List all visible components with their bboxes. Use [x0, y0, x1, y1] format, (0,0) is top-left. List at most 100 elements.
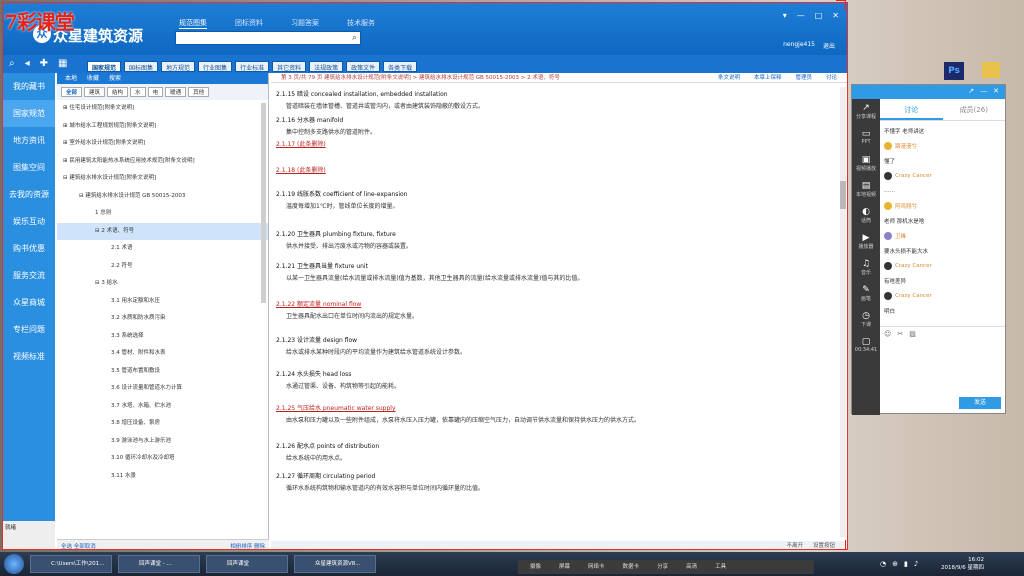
share-icon[interactable]: ↗ [968, 87, 974, 97]
chat-side-item[interactable]: ▣ 视频播放 [852, 151, 880, 177]
action-prev-chapter[interactable]: 本章上保释 [754, 73, 782, 82]
sort-delete-links[interactable]: 相册排序 删除 [230, 542, 265, 549]
tray-icon-2[interactable]: ⊕ [892, 560, 898, 568]
nav-item-2[interactable]: 地方资讯 [3, 127, 55, 154]
nav-item-10[interactable]: 视频标准 [3, 343, 55, 370]
footer-settings[interactable]: 设置按钮 [813, 541, 835, 549]
tree-scrollbar[interactable] [261, 103, 266, 303]
tree-tab-6[interactable]: 其他 [188, 87, 210, 97]
tree-node[interactable]: ⊞ 室外给水设计规范[附条文说明] [57, 135, 268, 153]
chat-side-item[interactable]: ↗ 分享课程 [852, 99, 880, 125]
chat-side-item[interactable]: ▤ 本地视频 [852, 177, 880, 203]
top-tab-3[interactable]: 技术服务 [347, 18, 375, 29]
chat-side-item[interactable]: ▶ 播放器 [852, 229, 880, 255]
add-icon[interactable]: ✚ [40, 58, 48, 69]
scrollbar-thumb[interactable] [840, 181, 846, 209]
search-icon[interactable]: ⌕ [9, 58, 15, 69]
chat-side-item[interactable]: ◐ 话筒 [852, 203, 880, 229]
search-icon[interactable]: ⌕ [352, 33, 357, 43]
tab-other[interactable]: 其它资料 [272, 61, 307, 72]
tree-search-button[interactable]: 搜索 [109, 73, 121, 84]
tree-node[interactable]: ⊟ 建筑给水排水设计规范 GB 50015-2003 [57, 188, 268, 206]
tree-node[interactable]: 3.9 游泳池与水上游乐池 [57, 433, 268, 451]
tab-discussion[interactable]: 讨论 [880, 99, 943, 120]
tree-node[interactable]: 3.2 水质和防水质污染 [57, 310, 268, 328]
tree-node[interactable]: 3.11 水景 [57, 468, 268, 486]
tree-node[interactable]: 3.5 管道布置和敷设 [57, 363, 268, 381]
taskbar-item-app[interactable]: 众星建筑资源V8... [294, 555, 376, 573]
top-tab-1[interactable]: 团标资料 [235, 18, 263, 29]
action-admin[interactable]: 管理员 [795, 73, 812, 82]
tree-node[interactable]: 3.7 水塔、水箱、贮水池 [57, 398, 268, 416]
nav-item-4[interactable]: 去我的资源 [3, 181, 55, 208]
tab-local-spec[interactable]: 地方规范 [161, 61, 196, 72]
chat-side-item[interactable]: ▭ PPT [852, 125, 880, 151]
tree-tab-0[interactable]: 全部 [61, 87, 83, 97]
tab-regulations[interactable]: 法规政策 [309, 61, 344, 72]
tab-industry-standard[interactable]: 行业标准 [235, 61, 270, 72]
minimize-icon[interactable]: — [980, 87, 987, 97]
media-item-4[interactable]: 分享 [657, 560, 668, 574]
tree-node[interactable]: ⊟ 2 术语、符号 [57, 222, 268, 240]
tab-national-atlas[interactable]: 国标图集 [124, 61, 159, 72]
folder-desktop-icon[interactable] [982, 62, 1000, 78]
volume-icon[interactable]: ♪ [914, 560, 918, 568]
logout-link[interactable]: 退出 [823, 41, 835, 50]
top-tab-2[interactable]: 习题答案 [291, 18, 319, 29]
nav-item-3[interactable]: 图集空间 [3, 154, 55, 181]
close-icon[interactable]: ✕ [993, 87, 999, 97]
tree-node[interactable]: ⊟ 建筑给水排水设计规范[附条文说明] [57, 170, 268, 188]
tree-local-button[interactable]: 本地 [65, 73, 77, 84]
media-item-3[interactable]: 数据卡 [623, 560, 640, 574]
grid-icon[interactable]: ▦ [58, 58, 67, 69]
nav-item-6[interactable]: 购书优惠 [3, 235, 55, 262]
tree-node[interactable]: ⊞ 城市给水工程规划规范[附条文说明] [57, 118, 268, 136]
tree-favorite-button[interactable]: 收藏 [87, 73, 99, 84]
top-tab-0[interactable]: 规范图集 [179, 18, 207, 29]
tree-node[interactable]: 3.1 用水定额和水压 [57, 293, 268, 311]
tree-node[interactable]: ⊟ 3 给水 [57, 275, 268, 293]
tree-node[interactable]: 2.2 符号 [57, 258, 268, 276]
tree-tab-1[interactable]: 建筑 [84, 87, 106, 97]
tree-node[interactable]: 3.4 管材、附件和水表 [57, 345, 268, 363]
tab-downloads[interactable]: 各类下载 [383, 61, 418, 72]
tree-node[interactable]: 3.6 设计流量和管道水力计算 [57, 380, 268, 398]
tree-node[interactable]: 3.3 系统选择 [57, 328, 268, 346]
tree-tab-2[interactable]: 结构 [107, 87, 129, 97]
media-item-1[interactable]: 屏幕 [559, 560, 570, 574]
content-scrollbar[interactable] [840, 87, 846, 537]
network-icon[interactable]: ▮ [904, 560, 908, 568]
tree-node[interactable]: ⊞ 民用建筑太阳能热水系统应用技术规范[附条文说明] [57, 153, 268, 171]
tree-tab-3[interactable]: 水 [130, 87, 146, 97]
tab-industry-atlas[interactable]: 行业图集 [198, 61, 233, 72]
select-all-link[interactable]: 全选 全部取消 [61, 542, 96, 549]
tab-national-spec[interactable]: 国家规范 [87, 61, 122, 72]
tree-node[interactable]: 2.1 术语 [57, 240, 268, 258]
clock[interactable]: 16:02 2018/9/6 星期四 [941, 556, 984, 572]
nav-item-7[interactable]: 服务交流 [3, 262, 55, 289]
minimize-button[interactable]: — [797, 11, 805, 20]
tree-node[interactable]: 3.8 增压设备、泵房 [57, 415, 268, 433]
search-input[interactable]: ⌕ [175, 31, 361, 45]
chat-input[interactable]: ☺ ✂ ▨ 发送 [880, 326, 1005, 415]
taskbar-item-explorer[interactable]: C:\Users\工作\201... [30, 555, 112, 573]
media-item-2[interactable]: 网络卡 [588, 560, 605, 574]
nav-item-1[interactable]: 国家规范 [3, 100, 55, 127]
back-icon[interactable]: ◂ [25, 58, 30, 69]
media-item-5[interactable]: 高清 [686, 560, 697, 574]
send-button[interactable]: 发送 [959, 397, 1001, 409]
start-button[interactable] [4, 554, 24, 574]
tree-tab-5[interactable]: 暖通 [165, 87, 187, 97]
tray-icon-1[interactable]: ◔ [880, 560, 886, 568]
media-item-6[interactable]: 工具 [715, 560, 726, 574]
action-clause-explanation[interactable]: 条文说明 [718, 73, 740, 82]
taskbar-item-class1[interactable]: 回声课堂 - ... [118, 555, 200, 573]
footer-stay[interactable]: 不离开 [786, 541, 803, 549]
tab-policy[interactable]: 政策文件 [346, 61, 381, 72]
nav-item-5[interactable]: 娱乐互动 [3, 208, 55, 235]
image-icon[interactable]: ▨ [909, 330, 916, 338]
chat-side-item[interactable]: ▢ 00:34:41 [852, 333, 880, 359]
tab-members[interactable]: 成员(26) [943, 99, 1006, 120]
tree-tab-4[interactable]: 电 [147, 87, 164, 97]
chat-side-item[interactable]: ♫ 音乐 [852, 255, 880, 281]
